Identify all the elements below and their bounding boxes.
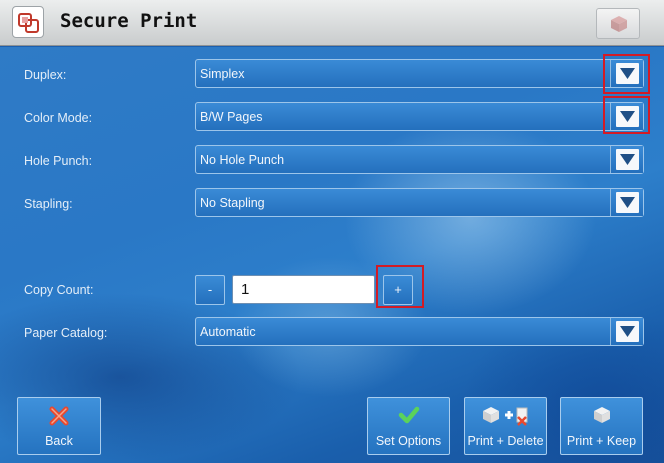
color-mode-select[interactable]: B/W Pages [195,102,644,131]
chevron-down-icon [620,326,635,337]
set-options-button[interactable]: Set Options [367,397,450,455]
paper-catalog-value: Automatic [200,325,256,339]
print-keep-icon [593,407,610,423]
copy-count-input[interactable]: 1 [232,275,375,304]
set-options-label: Set Options [375,434,442,448]
duplex-label: Duplex: [24,68,67,82]
chevron-down-icon [620,197,635,208]
color-mode-value: B/W Pages [200,110,263,124]
hole-punch-select[interactable]: No Hole Punch [195,145,644,174]
page-title: Secure Print [60,10,198,32]
color-mode-dropdown-button[interactable] [610,103,643,130]
duplex-dropdown-button[interactable] [610,60,643,87]
chevron-down-icon [620,68,635,79]
print-delete-button[interactable]: Print + Delete [464,397,547,455]
hole-punch-label: Hole Punch: [24,154,93,168]
color-mode-label: Color Mode: [24,111,93,125]
hole-punch-dropdown-button[interactable] [610,146,643,173]
paper-catalog-select[interactable]: Automatic [195,317,644,346]
top-right-button[interactable] [596,8,640,39]
paper-catalog-label: Paper Catalog: [24,326,108,340]
hole-punch-value: No Hole Punch [200,153,285,167]
increment-button[interactable]: + [383,275,413,305]
stapling-select[interactable]: No Stapling [195,188,644,217]
back-button[interactable]: Back [17,397,101,455]
paper-catalog-dropdown-button[interactable] [610,318,643,345]
print-keep-button[interactable]: Print + Keep [560,397,643,455]
stapling-value: No Stapling [200,196,265,210]
print-delete-label: Print + Delete [467,434,544,448]
settings-panel: Duplex: Simplex Color Mode: B/W Pages Ho… [0,47,664,463]
print-keep-label: Print + Keep [566,434,637,448]
decrement-button[interactable]: - [195,275,225,305]
x-icon [49,406,69,426]
secure-print-icon [12,6,44,38]
cube-icon [611,16,627,32]
chevron-down-icon [620,154,635,165]
stapling-label: Stapling: [24,197,73,211]
copy-count-label: Copy Count: [24,283,94,297]
chevron-down-icon [620,111,635,122]
duplex-value: Simplex [200,67,245,81]
stapling-dropdown-button[interactable] [610,189,643,216]
back-label: Back [45,434,73,448]
print-delete-icon [482,407,527,426]
title-bar: Secure Print [0,0,664,46]
checkmark-icon [398,406,419,424]
duplex-select[interactable]: Simplex [195,59,644,88]
